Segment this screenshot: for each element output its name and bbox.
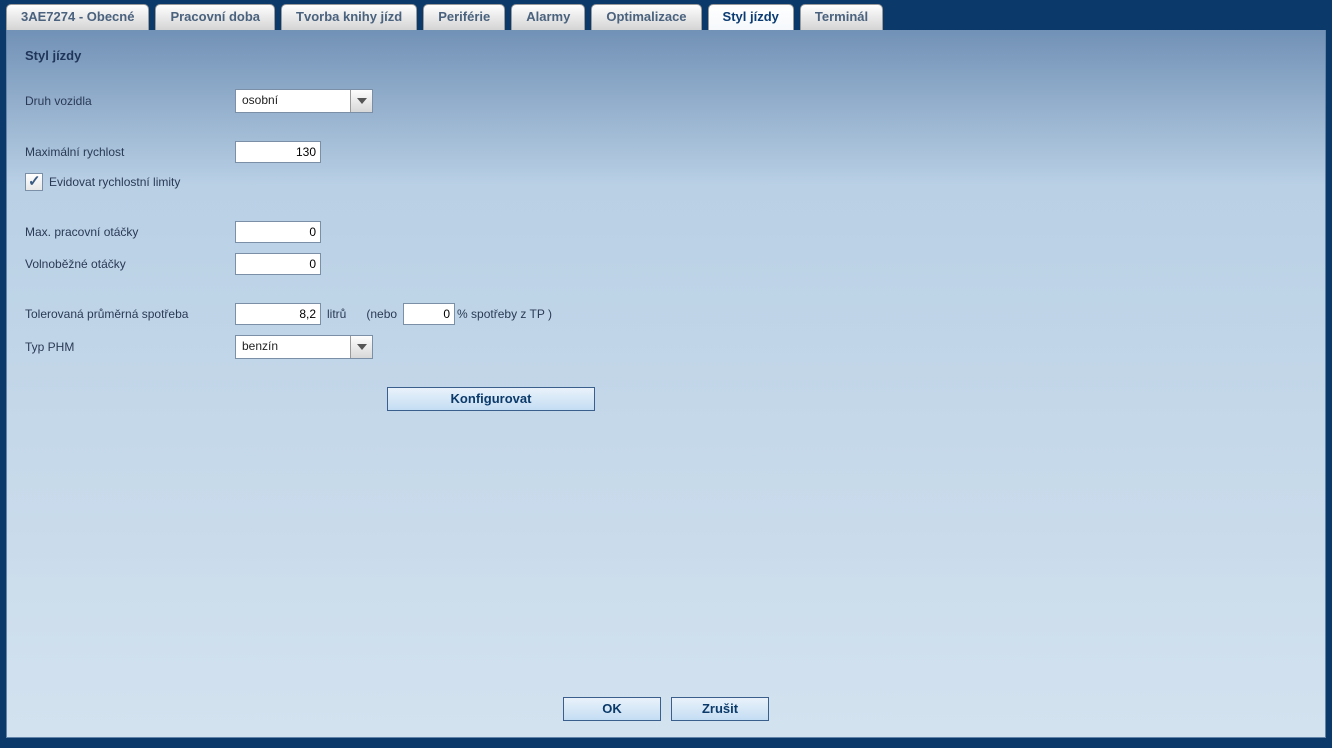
record-speed-limits-checkbox[interactable]: [25, 173, 43, 191]
row-fuel-type: Typ PHM benzín: [25, 335, 1307, 359]
tab-tvorba-knihy[interactable]: Tvorba knihy jízd: [281, 4, 417, 30]
max-work-rpm-input[interactable]: [235, 221, 321, 243]
tab-alarmy[interactable]: Alarmy: [511, 4, 585, 30]
vehicle-type-select[interactable]: osobní: [235, 89, 373, 113]
label-liters: litrů: [327, 307, 346, 321]
tab-styl-jizdy[interactable]: Styl jízdy: [708, 4, 794, 30]
label-or-open: (nebo: [366, 307, 397, 321]
tab-pracovni-doba[interactable]: Pracovní doba: [155, 4, 275, 30]
tab-panel: Styl jízdy Druh vozidla osobní Maximální…: [6, 30, 1326, 738]
configure-button[interactable]: Konfigurovat: [387, 387, 595, 411]
tolerated-cons-input[interactable]: [235, 303, 321, 325]
label-vehicle-type: Druh vozidla: [25, 94, 235, 108]
row-configure: Konfigurovat: [25, 387, 1307, 411]
row-tolerated-cons: Tolerovaná průměrná spotřeba litrů (nebo…: [25, 303, 1307, 325]
label-record-speed-limits: Evidovat rychlostní limity: [49, 175, 180, 189]
ok-button[interactable]: OK: [563, 697, 661, 721]
idle-rpm-input[interactable]: [235, 253, 321, 275]
row-idle-rpm: Volnoběžné otáčky: [25, 253, 1307, 275]
tab-obecne[interactable]: 3AE7274 - Obecné: [6, 4, 149, 30]
max-speed-input[interactable]: [235, 141, 321, 163]
tab-bar: 3AE7274 - Obecné Pracovní doba Tvorba kn…: [0, 2, 1332, 30]
tab-terminal[interactable]: Terminál: [800, 4, 883, 30]
label-max-work-rpm: Max. pracovní otáčky: [25, 225, 235, 239]
cancel-button[interactable]: Zrušit: [671, 697, 769, 721]
row-record-speed-limits: Evidovat rychlostní limity: [25, 173, 1307, 191]
app-window: 3AE7274 - Obecné Pracovní doba Tvorba kn…: [0, 0, 1332, 748]
chevron-down-icon: [350, 336, 372, 358]
label-fuel-type: Typ PHM: [25, 340, 235, 354]
label-max-speed: Maximální rychlost: [25, 145, 235, 159]
cons-percent-input[interactable]: [403, 303, 455, 325]
label-percent-close: % spotřeby z TP ): [457, 307, 552, 321]
vehicle-type-value: osobní: [236, 90, 350, 112]
tab-periferie[interactable]: Periférie: [423, 4, 505, 30]
section-title: Styl jízdy: [25, 48, 1307, 63]
label-idle-rpm: Volnoběžné otáčky: [25, 257, 235, 271]
fuel-type-value: benzín: [236, 336, 350, 358]
dialog-footer: OK Zrušit: [7, 697, 1325, 721]
fuel-type-select[interactable]: benzín: [235, 335, 373, 359]
panel-content: Styl jízdy Druh vozidla osobní Maximální…: [7, 30, 1325, 737]
chevron-down-icon: [350, 90, 372, 112]
row-max-work-rpm: Max. pracovní otáčky: [25, 221, 1307, 243]
row-max-speed: Maximální rychlost: [25, 141, 1307, 163]
label-tolerated-cons: Tolerovaná průměrná spotřeba: [25, 307, 235, 321]
row-vehicle-type: Druh vozidla osobní: [25, 89, 1307, 113]
tab-optimalizace[interactable]: Optimalizace: [591, 4, 701, 30]
